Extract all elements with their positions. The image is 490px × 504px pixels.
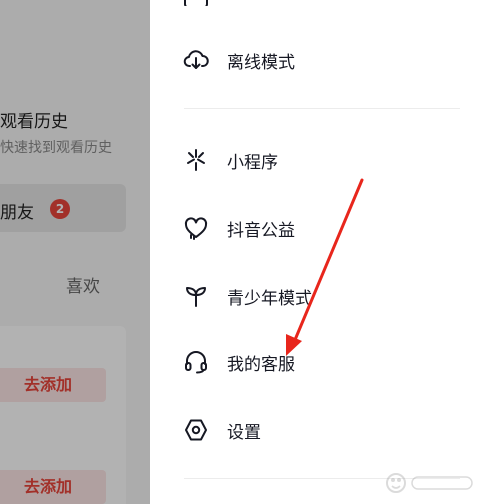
sprout-icon [182, 282, 210, 310]
menu-item-mini-program[interactable]: 小程序 [182, 140, 462, 180]
side-drawer: 离线模式 小程序 抖音公益 青少年模式 我的客服 设置 [150, 0, 490, 504]
menu-divider [184, 108, 460, 109]
menu-item-customer-service[interactable]: 我的客服 [182, 342, 462, 382]
menu-label: 青少年模式 [227, 288, 312, 309]
cloud-download-icon [182, 46, 210, 74]
watermark-logo [386, 473, 473, 493]
menu-item-teen-mode[interactable]: 青少年模式 [182, 276, 462, 316]
dim-overlay[interactable] [0, 0, 150, 504]
menu-label: 小程序 [227, 152, 278, 173]
menu-item-charity[interactable]: 抖音公益 [182, 208, 462, 248]
partial-top-icon [182, 0, 210, 6]
charity-heart-icon [182, 214, 210, 242]
menu-item-settings[interactable]: 设置 [182, 410, 462, 450]
menu-label: 离线模式 [227, 52, 295, 73]
menu-label: 设置 [227, 422, 261, 443]
headset-icon [182, 348, 210, 376]
settings-hexagon-icon [182, 416, 210, 444]
menu-label: 我的客服 [227, 354, 295, 375]
menu-label: 抖音公益 [227, 220, 295, 241]
mini-program-icon [182, 146, 210, 174]
menu-item-offline-mode[interactable]: 离线模式 [182, 40, 462, 80]
